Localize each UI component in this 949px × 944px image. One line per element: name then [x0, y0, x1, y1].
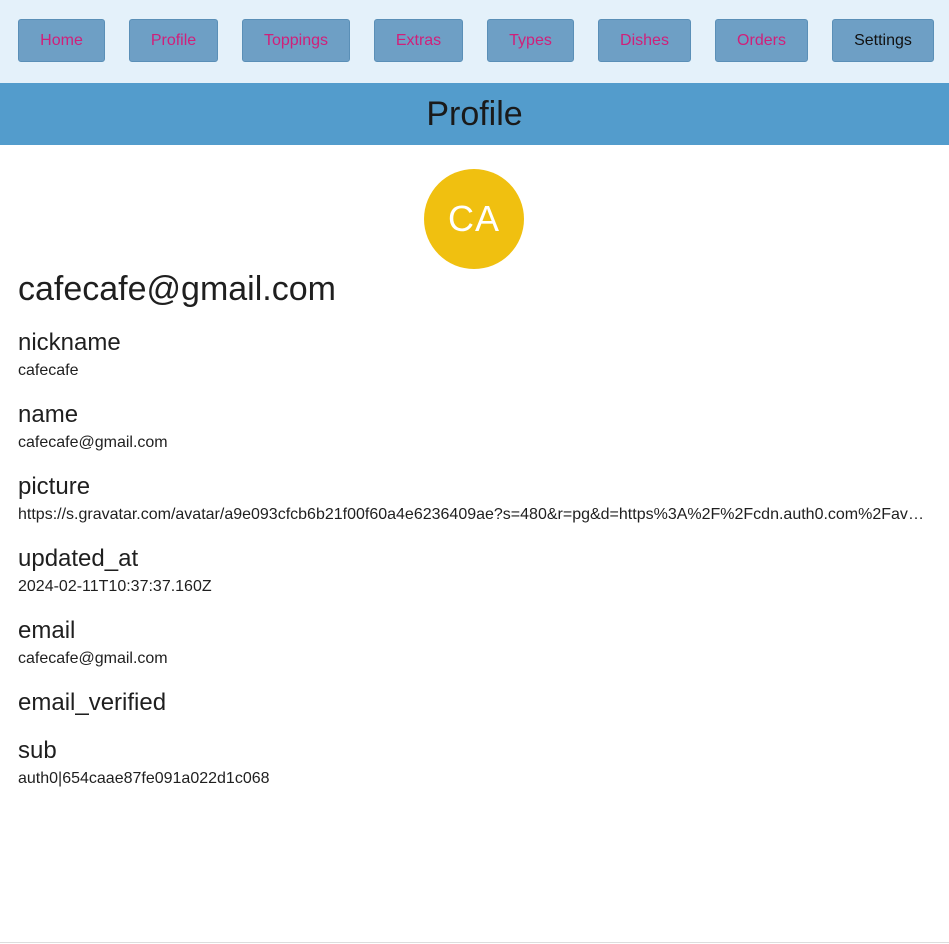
nav-extras-button[interactable]: Extras [374, 19, 463, 62]
page-title: Profile [426, 95, 523, 133]
field-label-email-verified: email_verified [18, 689, 167, 716]
field-value-email: cafecafe@gmail.com [18, 650, 168, 667]
field-label-sub: sub [18, 737, 57, 764]
field-value-name: cafecafe@gmail.com [18, 434, 168, 451]
nav-types-button[interactable]: Types [487, 19, 574, 62]
nav-profile-button[interactable]: Profile [129, 19, 218, 62]
field-value-sub: auth0|654caae87fe091a022d1c068 [18, 770, 270, 787]
footer-divider [0, 942, 949, 943]
field-label-updated-at: updated_at [18, 545, 139, 572]
nav-orders-button[interactable]: Orders [715, 19, 808, 62]
nav-toppings-button[interactable]: Toppings [242, 19, 350, 62]
field-value-nickname: cafecafe [18, 362, 79, 379]
field-label-name: name [18, 401, 79, 428]
profile-email-heading: cafecafe@gmail.com [18, 270, 336, 308]
field-value-updated-at: 2024-02-11T10:37:37.160Z [18, 578, 212, 595]
field-label-nickname: nickname [18, 329, 121, 356]
top-navigation: Home Profile Toppings Extras Types Dishe… [0, 0, 949, 83]
avatar: CA [424, 169, 524, 269]
field-label-picture: picture [18, 473, 91, 500]
page-title-bar: Profile [0, 83, 949, 145]
nav-dishes-button[interactable]: Dishes [598, 19, 691, 62]
field-value-picture: https://s.gravatar.com/avatar/a9e093cfcb… [18, 506, 924, 523]
field-label-email: email [18, 617, 76, 644]
nav-home-button[interactable]: Home [18, 19, 105, 62]
nav-settings-button[interactable]: Settings [832, 19, 934, 62]
